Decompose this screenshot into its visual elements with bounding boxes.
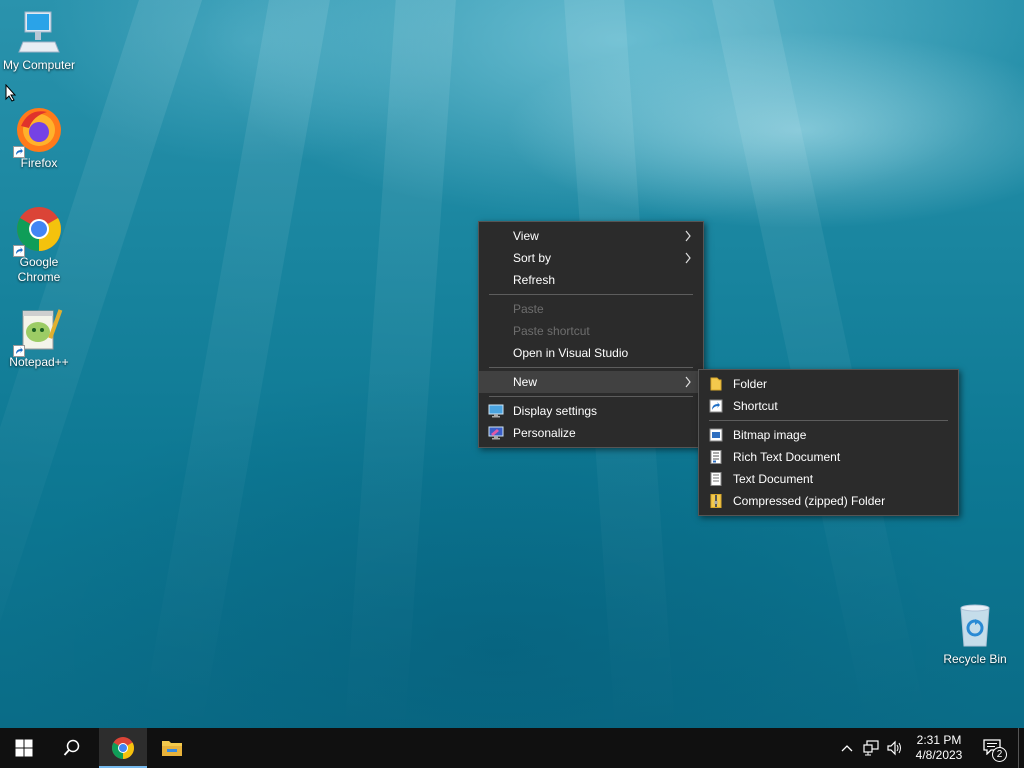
desktop-icon-label: Notepad++ [9, 355, 69, 369]
submenu-item-label: Shortcut [733, 399, 778, 413]
desktop-icon-notepadpp[interactable]: Notepad++ [0, 305, 78, 370]
chrome-icon [112, 737, 134, 759]
firefox-icon [13, 106, 63, 158]
rich-text-icon [710, 450, 722, 464]
submenu-item-label: Folder [733, 377, 768, 391]
submenu-item-folder[interactable]: Folder [699, 373, 958, 395]
network-icon [863, 740, 879, 756]
desktop-icon-label: Firefox [20, 156, 58, 170]
light-ray [700, 0, 926, 728]
desktop-icon-label: Recycle Bin [943, 652, 1007, 666]
desktop-icon-google-chrome[interactable]: Google Chrome [0, 205, 78, 285]
folder-icon [710, 377, 722, 391]
chevron-right-icon [685, 252, 691, 264]
shortcut-overlay-icon [13, 245, 25, 257]
submenu-item-shortcut[interactable]: Shortcut [699, 395, 958, 417]
file-explorer-icon [162, 741, 182, 756]
submenu-item-label: Rich Text Document [733, 450, 841, 464]
action-center-button[interactable]: 2 [978, 728, 1014, 768]
menu-item-new[interactable]: New [479, 371, 703, 393]
desktop-background[interactable]: My Computer Firefox Google Chrome Notepa… [0, 0, 1024, 728]
chevron-right-icon [685, 230, 691, 242]
menu-item-display-settings[interactable]: Display settings [479, 400, 703, 422]
light-ray [344, 0, 460, 728]
desktop-icon-my-computer[interactable]: My Computer [0, 8, 78, 73]
network-tray-button[interactable] [860, 728, 882, 768]
submenu-item-text-document[interactable]: Text Document [699, 468, 958, 490]
menu-item-refresh[interactable]: Refresh [479, 269, 703, 291]
menu-separator [489, 396, 693, 397]
shortcut-overlay-icon [13, 146, 25, 158]
menu-separator [709, 420, 948, 421]
start-icon [15, 739, 33, 757]
notification-count-badge: 2 [992, 747, 1007, 762]
desktop-icon-firefox[interactable]: Firefox [0, 106, 78, 171]
menu-separator [489, 367, 693, 368]
light-ray [141, 0, 340, 728]
clock-date: 4/8/2023 [915, 748, 963, 762]
new-submenu: Folder Shortcut Bitmap image Rich Text D… [698, 369, 959, 516]
menu-item-paste[interactable]: Paste [479, 298, 703, 320]
volume-tray-button[interactable] [884, 728, 906, 768]
chevron-up-icon [841, 745, 853, 752]
display-settings-icon [488, 404, 504, 418]
desktop-icon-label: My Computer [2, 58, 76, 72]
menu-item-paste-shortcut[interactable]: Paste shortcut [479, 320, 703, 342]
menu-item-label: Personalize [513, 426, 576, 440]
menu-item-view[interactable]: View [479, 225, 703, 247]
menu-separator [489, 294, 693, 295]
menu-item-label: New [513, 375, 538, 389]
taskbar: 2:31 PM 4/8/2023 2 [0, 728, 1024, 768]
desktop-context-menu: View Sort by Refresh Paste Paste shortcu… [478, 221, 704, 448]
search-button[interactable] [48, 728, 96, 768]
menu-item-label: Paste [513, 302, 544, 316]
menu-item-label: Paste shortcut [513, 324, 590, 338]
submenu-item-label: Bitmap image [733, 428, 807, 442]
menu-item-label: Open in Visual Studio [513, 346, 629, 360]
shortcut-overlay-icon [13, 345, 25, 357]
menu-item-label: Display settings [513, 404, 598, 418]
recycle-bin-icon [951, 602, 999, 650]
show-desktop-button[interactable] [1018, 728, 1019, 768]
menu-item-personalize[interactable]: Personalize [479, 422, 703, 444]
menu-item-label: Sort by [513, 251, 552, 265]
chrome-icon [13, 205, 63, 257]
submenu-item-bitmap-image[interactable]: Bitmap image [699, 424, 958, 446]
menu-item-open-in-visual-studio[interactable]: Open in Visual Studio [479, 342, 703, 364]
shortcut-icon [709, 399, 723, 413]
start-button[interactable] [0, 728, 48, 768]
submenu-item-label: Text Document [733, 472, 814, 486]
submenu-item-label: Compressed (zipped) Folder [733, 494, 886, 508]
taskbar-app-file-explorer[interactable] [148, 728, 196, 768]
bitmap-icon [709, 428, 723, 442]
mouse-cursor-icon [5, 84, 17, 102]
clock-time: 2:31 PM [916, 733, 962, 747]
submenu-item-rich-text-document[interactable]: Rich Text Document [699, 446, 958, 468]
clock[interactable]: 2:31 PM 4/8/2023 [908, 728, 970, 768]
desktop-icon-label: Google Chrome [17, 255, 61, 284]
zip-folder-icon [710, 494, 722, 508]
search-icon [63, 739, 80, 756]
desktop-icon-recycle-bin[interactable]: Recycle Bin [936, 602, 1014, 667]
submenu-item-compressed-folder[interactable]: Compressed (zipped) Folder [699, 490, 958, 512]
taskbar-app-chrome[interactable] [99, 728, 147, 768]
chevron-right-icon [685, 376, 691, 388]
notepadpp-icon [13, 305, 63, 357]
show-hidden-icons-button[interactable] [838, 728, 856, 768]
speaker-icon [887, 740, 901, 756]
text-document-icon [710, 472, 722, 486]
personalize-icon [488, 426, 504, 440]
computer-icon [15, 8, 63, 56]
menu-item-sort-by[interactable]: Sort by [479, 247, 703, 269]
menu-item-label: View [513, 229, 539, 243]
menu-item-label: Refresh [513, 273, 556, 287]
